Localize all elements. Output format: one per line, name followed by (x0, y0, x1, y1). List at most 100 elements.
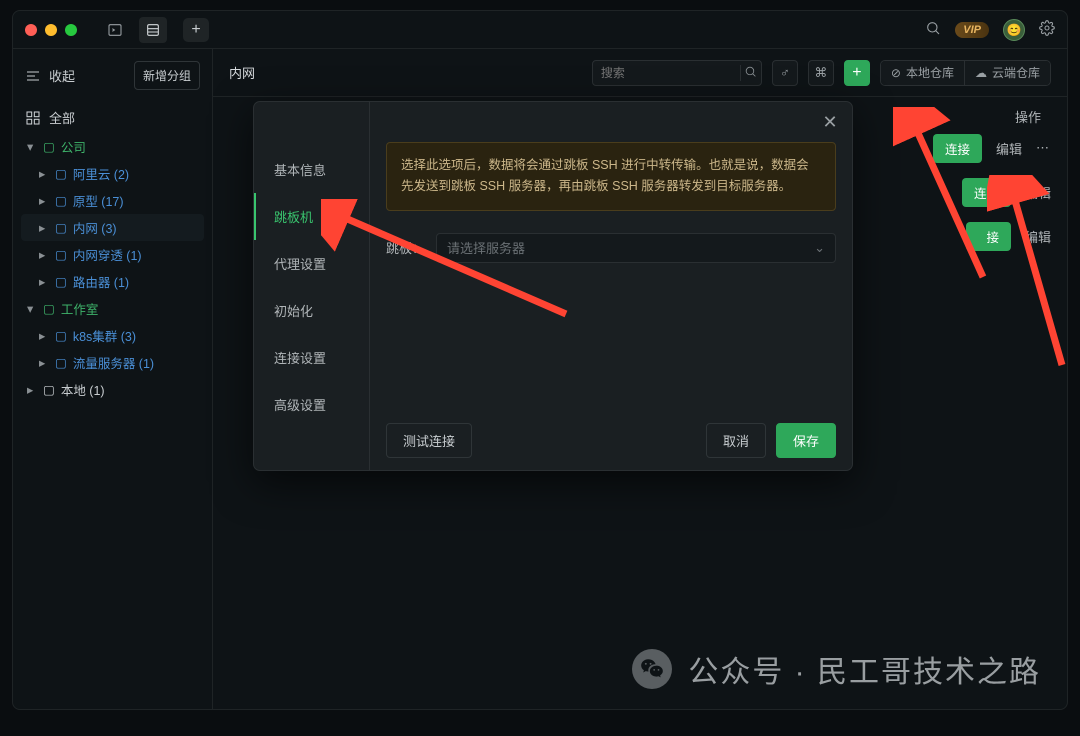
watermark-text: 公众号 · 民工哥技术之路 (688, 647, 1041, 691)
jump-server-select[interactable]: 请选择服务器 ⌄ (436, 233, 836, 263)
chevron-down-icon: ▾ (27, 139, 37, 154)
chevron-right-icon: ▸ (39, 166, 49, 181)
tab-initialization[interactable]: 初始化 (254, 287, 369, 334)
gender-filter-button[interactable]: ♂ (772, 60, 798, 86)
tree-label: 原型 (17) (73, 191, 124, 210)
folder-icon: ▢ (55, 328, 67, 343)
cloud-repo-label: 云端仓库 (992, 64, 1040, 81)
edit-button[interactable]: 编辑 (996, 139, 1022, 158)
save-button[interactable]: 保存 (776, 423, 836, 458)
tab-basic-info[interactable]: 基本信息 (254, 146, 369, 193)
tab-advanced-settings[interactable]: 高级设置 (254, 381, 369, 428)
local-repo-tab[interactable]: ⊘ 本地仓库 (881, 61, 965, 85)
row-more-icon[interactable]: ⋯ (1036, 140, 1051, 156)
sidebar-collapse-label: 收起 (49, 66, 75, 85)
sidebar-collapse-button[interactable]: 收起 (25, 66, 75, 85)
add-button[interactable]: + (844, 60, 870, 86)
traffic-lights (25, 24, 77, 36)
cloud-icon: ☁ (975, 66, 987, 80)
tree-traffic[interactable]: ▸ ▢ 流量服务器 (1) (21, 349, 204, 376)
cancel-button[interactable]: 取消 (706, 423, 766, 458)
tab-proxy-settings[interactable]: 代理设置 (254, 240, 369, 287)
connect-button[interactable]: 接 (966, 222, 1011, 251)
tree-label: 公司 (61, 137, 86, 156)
tree-label: 流量服务器 (1) (73, 353, 154, 372)
folder-icon: ▢ (43, 139, 55, 154)
tree-label: 路由器 (1) (73, 272, 129, 291)
tree-company[interactable]: ▾ ▢ 公司 (21, 133, 204, 160)
tree-router[interactable]: ▸ ▢ 路由器 (1) (21, 268, 204, 295)
vip-badge[interactable]: VIP (955, 22, 989, 38)
new-group-button[interactable]: 新增分组 (134, 61, 200, 90)
collapse-icon (25, 68, 41, 84)
tree-k8s[interactable]: ▸ ▢ k8s集群 (3) (21, 322, 204, 349)
chevron-down-icon: ⌄ (814, 240, 825, 256)
tree-aliyun[interactable]: ▸ ▢ 阿里云 (2) (21, 160, 204, 187)
search-input[interactable] (593, 66, 740, 80)
window-minimize[interactable] (45, 24, 57, 36)
tree-label: 内网穿透 (1) (73, 245, 142, 264)
chevron-right-icon: ▸ (39, 328, 49, 343)
connect-button[interactable]: 连接 (962, 178, 1011, 207)
tree-intranet-tunnel[interactable]: ▸ ▢ 内网穿透 (1) (21, 241, 204, 268)
section-title: 内网 (229, 63, 255, 82)
layout-terminal-icon[interactable] (101, 17, 129, 43)
chevron-right-icon: ▸ (27, 382, 37, 397)
folder-icon: ▢ (55, 193, 67, 208)
modal-close-button[interactable]: ✕ (818, 110, 842, 134)
tree-intranet[interactable]: ▸ ▢ 内网 (3) (21, 214, 204, 241)
folder-icon: ▢ (55, 355, 67, 370)
edit-button[interactable]: 编辑 (1025, 227, 1051, 246)
edit-button[interactable]: 编辑 (1025, 183, 1051, 202)
chevron-right-icon: ▸ (39, 355, 49, 370)
jump-label: 跳板： (386, 238, 426, 257)
sidebar-all[interactable]: 全部 (13, 102, 212, 133)
titlebar: + VIP 😊 (13, 11, 1067, 49)
connect-button[interactable]: 连接 (933, 134, 982, 163)
layout-list-icon[interactable] (139, 17, 167, 43)
folder-icon: ▢ (55, 166, 67, 181)
watermark: 公众号 · 民工哥技术之路 (632, 647, 1041, 691)
folder-icon: ▢ (43, 382, 55, 397)
modal-tabs: 基本信息 跳板机 代理设置 初始化 连接设置 高级设置 (254, 102, 370, 470)
tree-label: 工作室 (61, 299, 99, 318)
tree-label: 本地 (1) (61, 380, 105, 399)
tree-label: k8s集群 (3) (73, 326, 136, 345)
window-maximize[interactable] (65, 24, 77, 36)
sidebar: 收起 新增分组 全部 ▾ ▢ 公司 ▸ ▢ 阿里云 (2) (13, 49, 213, 709)
chevron-right-icon: ▸ (39, 274, 49, 289)
folder-icon: ▢ (55, 274, 67, 289)
new-tab-button[interactable]: + (183, 18, 209, 42)
cloud-repo-tab[interactable]: ☁ 云端仓库 (965, 61, 1050, 85)
info-banner: 选择此选项后，数据将会通过跳板 SSH 进行中转传输。也就是说，数据会先发送到跳… (386, 142, 836, 211)
wechat-icon (632, 649, 672, 689)
local-repo-label: 本地仓库 (906, 64, 954, 81)
tab-connection-settings[interactable]: 连接设置 (254, 334, 369, 381)
chevron-right-icon: ▸ (39, 193, 49, 208)
folder-icon: ▢ (43, 301, 55, 316)
search-icon[interactable] (925, 20, 941, 39)
chevron-down-icon: ▾ (27, 301, 37, 316)
tree-local[interactable]: ▸ ▢ 本地 (1) (21, 376, 204, 403)
avatar[interactable]: 😊 (1003, 19, 1025, 41)
chevron-right-icon: ▸ (39, 220, 49, 235)
tab-jump-server[interactable]: 跳板机 (254, 193, 369, 240)
tree-prototype[interactable]: ▸ ▢ 原型 (17) (21, 187, 204, 214)
repo-toggle: ⊘ 本地仓库 ☁ 云端仓库 (880, 60, 1051, 86)
folder-icon: ▢ (55, 247, 67, 262)
select-placeholder: 请选择服务器 (447, 238, 525, 257)
settings-icon[interactable] (1039, 20, 1055, 39)
sidebar-all-label: 全部 (49, 108, 75, 127)
window-close[interactable] (25, 24, 37, 36)
tree-studio[interactable]: ▾ ▢ 工作室 (21, 295, 204, 322)
search-submit-icon[interactable] (740, 65, 761, 81)
tree-label: 内网 (3) (73, 218, 117, 237)
connection-settings-modal: 基本信息 跳板机 代理设置 初始化 连接设置 高级设置 ✕ 选择此选项后，数据将… (253, 101, 853, 471)
tree-label: 阿里云 (2) (73, 164, 129, 183)
grid-icon (25, 110, 41, 126)
chevron-right-icon: ▸ (39, 247, 49, 262)
search-box[interactable] (592, 60, 762, 86)
disable-icon: ⊘ (891, 66, 901, 80)
command-button[interactable]: ⌘ (808, 60, 834, 86)
test-connection-button[interactable]: 测试连接 (386, 423, 472, 458)
